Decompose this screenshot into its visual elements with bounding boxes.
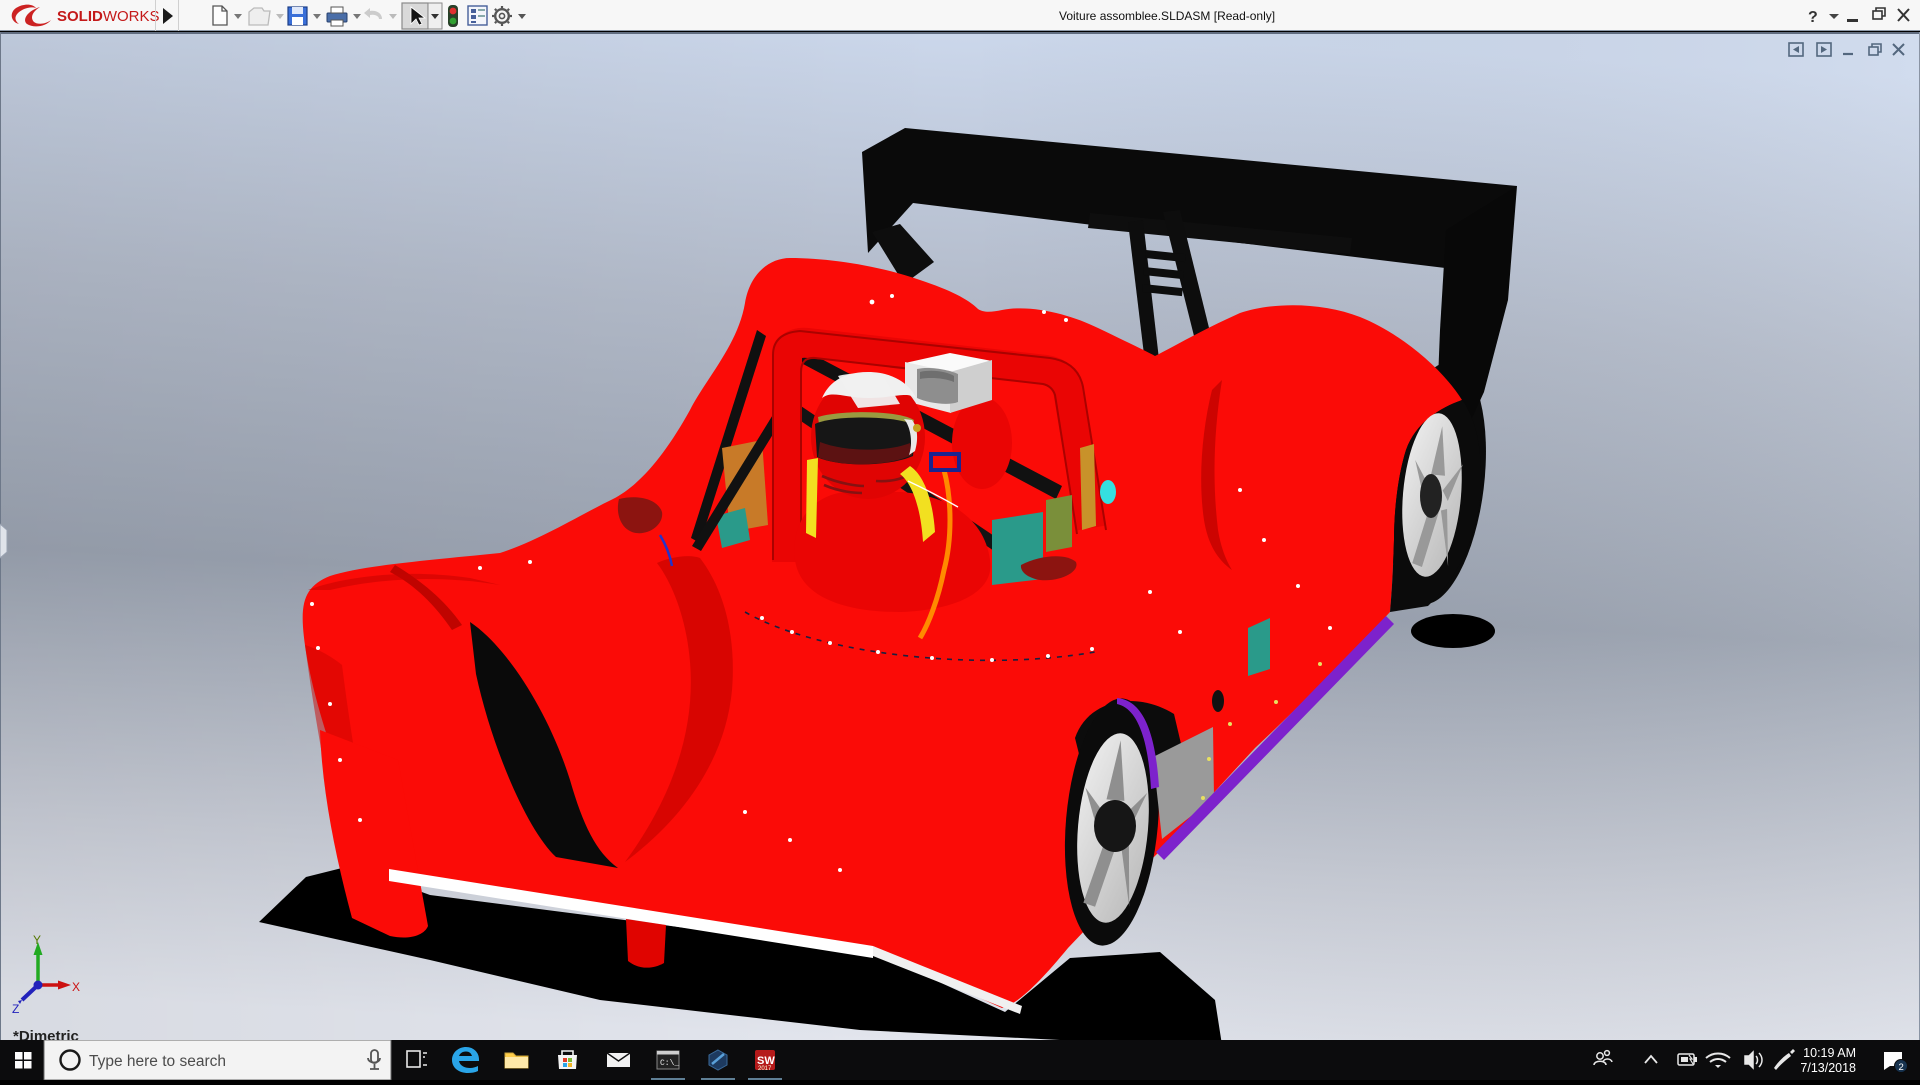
svg-text:7/13/2018: 7/13/2018 xyxy=(1800,1061,1856,1075)
svg-text:Type here to search: Type here to search xyxy=(89,1053,226,1070)
svg-text:SOLIDWORKS: SOLIDWORKS xyxy=(57,8,160,25)
svg-text:2017: 2017 xyxy=(758,1066,772,1072)
svg-text:2: 2 xyxy=(1899,1062,1904,1073)
svg-text:Y: Y xyxy=(33,933,41,947)
svg-text:10:19 AM: 10:19 AM xyxy=(1803,1046,1856,1060)
svg-text:*Dimetric: *Dimetric xyxy=(13,1028,79,1040)
svg-text:?: ? xyxy=(1808,9,1818,26)
svg-text:X: X xyxy=(72,980,80,994)
svg-text:C:\_: C:\_ xyxy=(660,1059,679,1068)
svg-text:Z: Z xyxy=(12,1002,19,1016)
